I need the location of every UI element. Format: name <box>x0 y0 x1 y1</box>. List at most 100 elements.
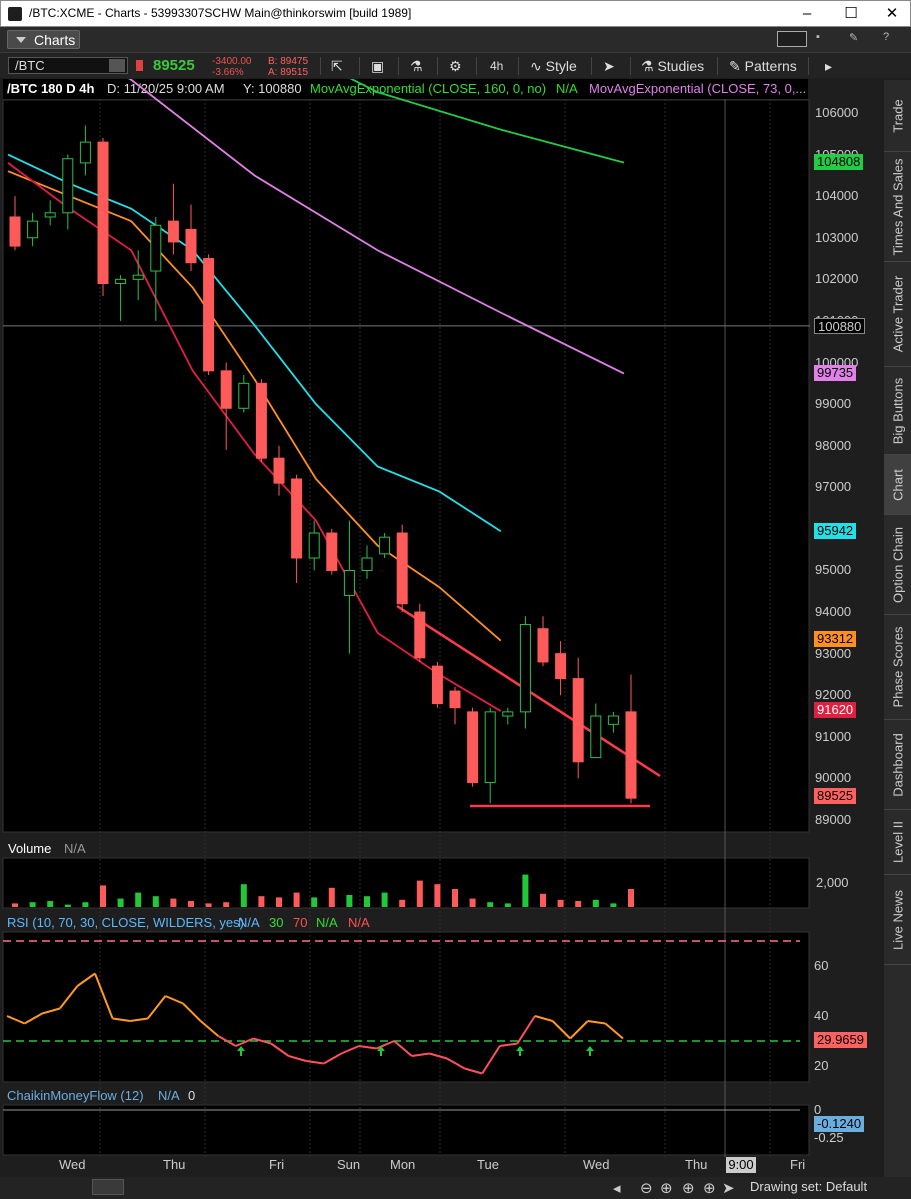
flag-icon[interactable] <box>136 60 143 71</box>
volume-bar <box>452 889 458 907</box>
volume-bar <box>416 880 423 907</box>
close-button[interactable]: ✕ <box>872 3 911 25</box>
side-tab-trade[interactable]: Trade <box>884 80 911 152</box>
candle <box>97 137 109 296</box>
price-tick: 95000 <box>815 562 852 578</box>
symbol-dropdown-icon[interactable] <box>109 59 125 72</box>
cmf-label[interactable]: ChaikinMoneyFlow (12) <box>7 1088 144 1103</box>
price-tick: 90000 <box>815 770 852 786</box>
side-tab-big-buttons[interactable]: Big Buttons <box>884 367 911 455</box>
candle <box>519 616 531 729</box>
cmf-tick-025: -0.25 <box>814 1130 844 1145</box>
volume-bar <box>100 885 106 907</box>
pin-icon[interactable]: ✎ <box>849 31 858 44</box>
x-label-sun: Sun <box>337 1157 361 1172</box>
candle-body <box>519 624 531 713</box>
scroll-left-icon[interactable]: ◂ <box>613 1179 621 1197</box>
side-tab-live-news[interactable]: Live News <box>884 875 911 965</box>
style-icon: ∿ <box>530 58 542 74</box>
zoom-out-icon[interactable]: ⊖ <box>640 1179 653 1197</box>
side-tab-level-ii[interactable]: Level II <box>884 810 911 875</box>
candle-body <box>273 457 285 484</box>
maximize-button[interactable]: ☐ <box>831 3 871 25</box>
volume-bar <box>205 903 212 907</box>
studies-button[interactable]: ⚗ Studies <box>641 56 704 76</box>
zoom-window-icon[interactable]: ⊕ <box>682 1179 695 1197</box>
pointer-icon[interactable]: ➤ <box>722 1179 735 1197</box>
candle-body <box>326 532 338 571</box>
x-label-wed-2: Wed <box>583 1157 610 1172</box>
volume-bar <box>399 899 406 907</box>
side-tab-dashboard[interactable]: Dashboard <box>884 720 911 810</box>
layout-box[interactable] <box>777 31 807 47</box>
drawing-set[interactable]: Drawing set: Default <box>750 1179 867 1194</box>
volume-label[interactable]: Volume <box>8 841 51 856</box>
pct-change: -3.66% <box>212 67 244 78</box>
style-label: Style <box>545 58 577 74</box>
x-label-tue: Tue <box>477 1157 499 1172</box>
minimize-button[interactable]: – <box>787 3 827 25</box>
side-tab-option-chain[interactable]: Option Chain <box>884 515 911 615</box>
horizontal-scroll-handle[interactable] <box>92 1179 124 1195</box>
patterns-button[interactable]: ✎ Patterns <box>729 56 797 76</box>
side-tab-chart[interactable]: Chart <box>884 455 911 515</box>
price-chart[interactable] <box>0 79 884 1179</box>
rsi-tick-20: 20 <box>814 1058 829 1073</box>
grid-icon[interactable]: ▣ <box>371 56 384 76</box>
crosshair-icon[interactable]: ⊕ <box>703 1179 716 1197</box>
timeframe-button[interactable]: 4h <box>490 56 503 76</box>
candle-body <box>484 711 496 784</box>
gear-icon[interactable]: ⚙ <box>449 56 462 76</box>
volume-bar <box>64 904 71 907</box>
rsi-label[interactable]: RSI (10, 70, 30, CLOSE, WILDERS, yes) <box>7 915 244 930</box>
candle-body <box>79 141 91 164</box>
cursor-time-tag: 9:00 <box>726 1157 756 1173</box>
candle-body <box>361 557 373 571</box>
studies-icon: ⚗ <box>641 58 654 74</box>
price-tick: 94000 <box>815 604 852 620</box>
volume-bar <box>469 898 476 907</box>
menu-icon[interactable]: ▪ <box>816 31 820 43</box>
style-button[interactable]: ∿ Style <box>530 56 577 76</box>
volume-bar <box>240 884 247 907</box>
volume-bar <box>117 898 124 907</box>
symbol-input[interactable]: /BTC <box>8 57 128 74</box>
help-icon[interactable]: ? <box>883 31 889 43</box>
candle <box>414 603 426 662</box>
panel-bg-2 <box>2 931 810 1083</box>
candle-body <box>414 611 426 659</box>
candle-body <box>150 224 162 272</box>
panel-bg-0 <box>2 99 810 833</box>
volume-bar <box>328 887 335 907</box>
candle-body <box>115 278 127 285</box>
candle-body <box>396 532 408 605</box>
candle-body <box>343 569 355 596</box>
x-label-thu-2: Thu <box>685 1157 708 1172</box>
cursor-icon[interactable]: ➤ <box>603 56 615 76</box>
share-icon[interactable]: ⇱ <box>331 56 343 76</box>
candle-body <box>97 141 109 285</box>
volume-bar <box>152 896 159 907</box>
candle-body <box>291 478 303 559</box>
more-icon[interactable]: ▸ <box>825 56 832 76</box>
panel-bg-1 <box>2 857 810 909</box>
candle-body <box>255 382 267 459</box>
x-label-wed: Wed <box>59 1157 86 1172</box>
side-tab-times-and-sales[interactable]: Times And Sales <box>884 152 911 262</box>
zoom-in-icon[interactable]: ⊕ <box>660 1179 673 1197</box>
candle-body <box>467 711 479 784</box>
rsi-tick-60: 60 <box>814 958 829 973</box>
volume-bar <box>364 896 370 907</box>
side-tab-active-trader[interactable]: Active Trader <box>884 262 911 367</box>
net-change: -3400.00 <box>212 56 252 67</box>
side-tab-phase-scores[interactable]: Phase Scores <box>884 615 911 720</box>
rsi-overbought: 70 <box>293 915 308 930</box>
tab-charts[interactable]: Charts <box>7 30 80 49</box>
volume-bar <box>557 899 564 907</box>
candle-body <box>590 715 602 759</box>
rsi-down-signal: N/A <box>348 915 370 930</box>
rsi-value: N/A <box>238 915 260 930</box>
ema-cyan-price-tag: 95942 <box>814 523 857 539</box>
bid-price: B: 89475 <box>268 56 309 67</box>
flask-icon[interactable]: ⚗ <box>410 56 423 76</box>
